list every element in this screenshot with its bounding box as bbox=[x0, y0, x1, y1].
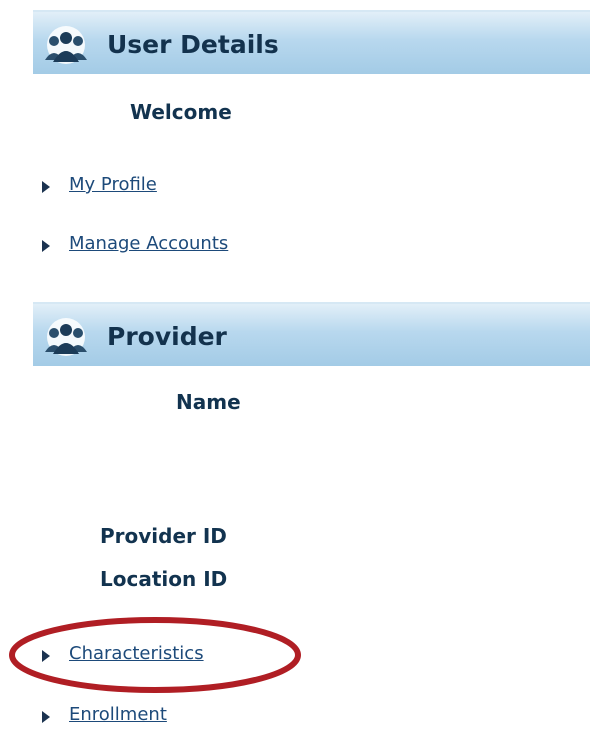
users-group-icon bbox=[45, 318, 87, 356]
triangle-right-icon bbox=[42, 181, 50, 193]
characteristics-link[interactable]: Characteristics bbox=[69, 643, 204, 664]
users-group-icon bbox=[45, 26, 87, 64]
triangle-right-icon bbox=[42, 711, 50, 723]
provider-title: Provider bbox=[107, 322, 227, 351]
location-id-label: Location ID bbox=[100, 567, 228, 591]
my-profile-link[interactable]: My Profile bbox=[69, 174, 157, 195]
provider-header: Provider bbox=[33, 302, 590, 366]
triangle-right-icon bbox=[42, 240, 50, 252]
welcome-label: Welcome bbox=[130, 100, 232, 124]
manage-accounts-link[interactable]: Manage Accounts bbox=[69, 233, 228, 254]
name-label: Name bbox=[176, 390, 241, 414]
triangle-right-icon bbox=[42, 650, 50, 662]
user-details-title: User Details bbox=[107, 30, 279, 59]
user-details-header: User Details bbox=[33, 10, 590, 74]
provider-id-label: Provider ID bbox=[100, 524, 227, 548]
enrollment-link[interactable]: Enrollment bbox=[69, 704, 167, 725]
